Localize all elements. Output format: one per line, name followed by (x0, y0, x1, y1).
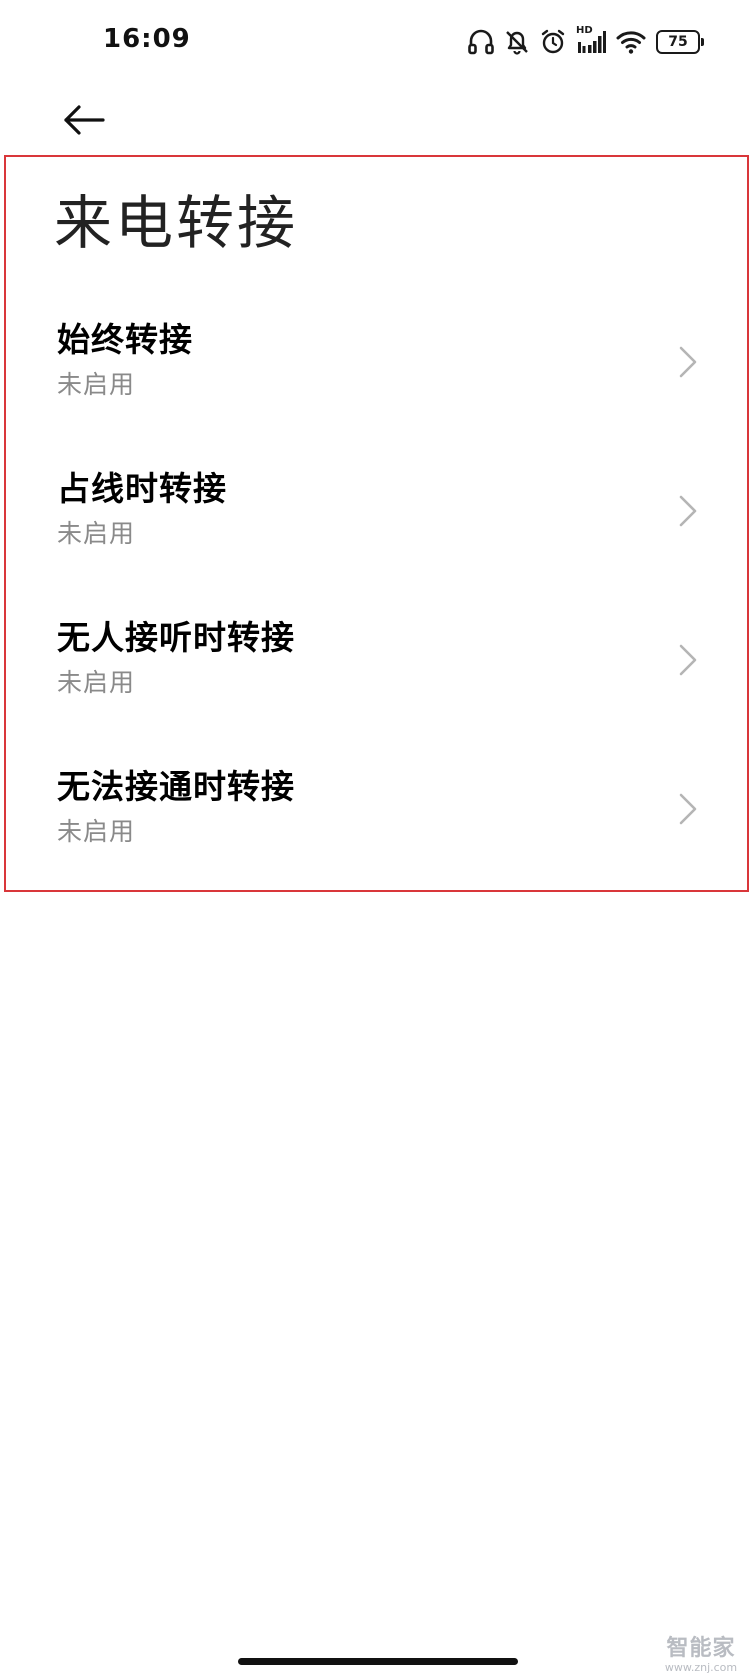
item-title: 无法接通时转接 (57, 767, 295, 806)
list-item-always-forward[interactable]: 始终转接 未启用 (0, 300, 756, 449)
list-item-forward-when-unanswered[interactable]: 无人接听时转接 未启用 (0, 598, 756, 747)
battery-cap (701, 38, 704, 46)
headphones-icon (468, 28, 494, 56)
back-button[interactable] (52, 88, 116, 152)
item-title: 始终转接 (57, 320, 193, 359)
item-status: 未启用 (57, 668, 136, 697)
call-forwarding-list: 始终转接 未启用 占线时转接 未启用 无人接听时转接 未启用 无法接通时转接 未… (0, 300, 756, 896)
screen: 16:09 HD 75 来电转接 始终转接 未启用 占线时转接 未启用 无人接听… (0, 0, 756, 1680)
signal-icon: HD (576, 25, 606, 56)
watermark-url: www.znj.com (664, 1661, 738, 1674)
item-title: 占线时转接 (57, 469, 227, 508)
item-status: 未启用 (57, 370, 136, 399)
list-item-forward-when-busy[interactable]: 占线时转接 未启用 (0, 449, 756, 598)
item-title: 无人接听时转接 (57, 618, 295, 657)
status-icons: HD 75 (468, 25, 704, 58)
chevron-right-icon (679, 644, 697, 676)
item-status: 未启用 (57, 519, 136, 548)
alarm-icon (540, 28, 566, 56)
status-bar: 16:09 HD 75 (0, 0, 756, 86)
home-indicator[interactable] (238, 1658, 518, 1665)
arrow-left-icon (64, 105, 105, 135)
chevron-right-icon (679, 495, 697, 527)
bell-muted-icon (504, 28, 530, 56)
watermark-text: 智能家 (666, 1636, 736, 1661)
list-item-forward-when-unreachable[interactable]: 无法接通时转接 未启用 (0, 747, 756, 896)
chevron-right-icon (679, 346, 697, 378)
chevron-right-icon (679, 793, 697, 825)
signal-hd-label: HD (576, 25, 593, 36)
status-time: 16:09 (103, 24, 191, 54)
watermark: 智能家 www.znj.com (656, 1636, 746, 1674)
wifi-icon (616, 29, 646, 55)
battery-level: 75 (656, 30, 700, 54)
item-status: 未启用 (57, 817, 136, 846)
battery-icon: 75 (656, 30, 704, 54)
page-title: 来电转接 (54, 189, 299, 257)
